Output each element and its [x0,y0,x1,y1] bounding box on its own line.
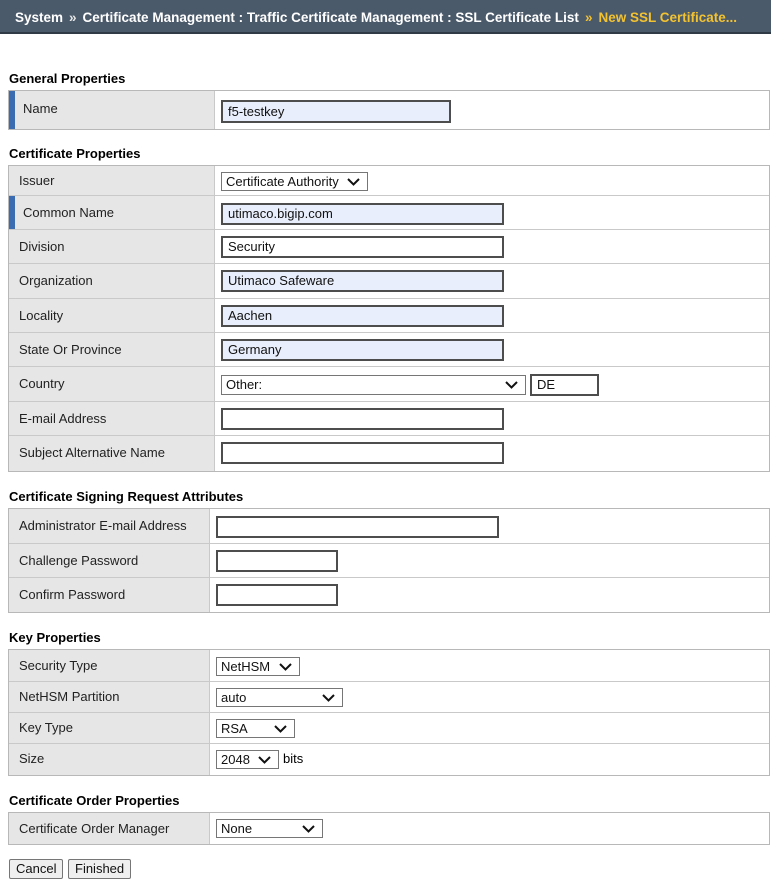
security-type-select-value: NetHSM [221,659,271,674]
row-issuer: Issuer Certificate Authority [9,166,769,196]
name-input[interactable]: f5-testkey [221,100,451,123]
breadcrumb-separator: » [584,10,593,25]
chevron-down-icon [505,381,518,389]
key-type-select[interactable]: RSA [216,719,295,738]
chevron-down-icon [274,725,287,733]
san-label: Subject Alternative Name [9,436,215,471]
nethsm-partition-select-value: auto [221,690,247,705]
row-common-name: Common Name utimaco.bigip.com [9,196,769,230]
row-security-type: Security Type NetHSM [9,650,769,682]
state-label: State Or Province [9,333,215,366]
section-title-csr: Certificate Signing Request Attributes [9,489,244,504]
locality-label: Locality [9,299,215,332]
chevron-down-icon [347,178,360,186]
organization-label: Organization [9,264,215,298]
row-name: Name f5-testkey [9,91,769,129]
breadcrumb-system[interactable]: System [15,10,63,25]
confirm-password-input[interactable] [216,584,338,606]
row-confirm-password: Confirm Password [9,578,769,612]
row-size: Size 2048 bits [9,744,769,775]
nethsm-partition-select[interactable]: auto [216,688,343,707]
security-type-select[interactable]: NetHSM [216,657,300,676]
email-label: E-mail Address [9,402,215,435]
issuer-select[interactable]: Certificate Authority [221,172,368,191]
order-manager-label: Certificate Order Manager [9,813,210,844]
certificate-properties-table: Issuer Certificate Authority Common Name… [8,165,770,472]
chevron-down-icon [279,663,292,671]
security-type-label: Security Type [9,650,210,681]
row-organization: Organization Utimaco Safeware [9,264,769,299]
row-san: Subject Alternative Name [9,436,769,471]
cancel-button[interactable]: Cancel [9,859,64,879]
issuer-select-value: Certificate Authority [226,174,339,189]
breadcrumb-separator: » [69,10,77,25]
common-name-input[interactable]: utimaco.bigip.com [221,203,504,225]
finished-button[interactable]: Finished [68,859,132,879]
country-select[interactable]: Other: [221,375,526,395]
row-division: Division Security [9,230,769,264]
section-title-key: Key Properties [9,630,101,645]
division-label: Division [9,230,215,263]
division-input[interactable]: Security [221,236,504,258]
order-properties-table: Certificate Order Manager None [8,812,770,845]
breadcrumb-certificate-list[interactable]: Certificate Management : Traffic Certifi… [83,10,579,25]
row-order-manager: Certificate Order Manager None [9,813,769,844]
size-unit-label: bits [283,751,304,766]
challenge-password-input[interactable] [216,550,338,572]
nethsm-partition-label: NetHSM Partition [9,682,210,712]
key-type-select-value: RSA [221,721,248,736]
common-name-label: Common Name [9,196,215,229]
organization-input[interactable]: Utimaco Safeware [221,270,504,292]
general-properties-table: Name f5-testkey [8,90,770,130]
email-input[interactable] [221,408,504,430]
row-email: E-mail Address [9,402,769,436]
country-code-input[interactable]: DE [530,374,599,396]
csr-attributes-table: Administrator E-mail Address Challenge P… [8,508,770,613]
state-input[interactable]: Germany [221,339,504,361]
row-state: State Or Province Germany [9,333,769,367]
row-admin-email: Administrator E-mail Address [9,509,769,544]
key-type-label: Key Type [9,713,210,743]
size-select[interactable]: 2048 [216,750,279,769]
row-country: Country Other: DE [9,367,769,402]
order-manager-select-value: None [221,821,253,836]
challenge-password-label: Challenge Password [9,544,210,577]
section-title-order: Certificate Order Properties [9,793,180,808]
section-title-certificate: Certificate Properties [9,146,141,161]
chevron-down-icon [258,756,271,764]
order-manager-select[interactable]: None [216,819,323,838]
section-title-general: General Properties [9,71,126,86]
locality-input[interactable]: Aachen [221,305,504,327]
row-nethsm-partition: NetHSM Partition auto [9,682,769,713]
size-label: Size [9,744,210,775]
name-label: Name [9,91,215,129]
breadcrumb: System » Certificate Management : Traffic … [0,0,771,34]
confirm-password-label: Confirm Password [9,578,210,612]
row-key-type: Key Type RSA [9,713,769,744]
size-select-value: 2048 [221,752,250,767]
key-properties-table: Security Type NetHSM NetHSM Partition au… [8,649,770,776]
san-input[interactable] [221,442,504,464]
chevron-down-icon [322,694,335,702]
admin-email-label: Administrator E-mail Address [9,509,210,543]
admin-email-input[interactable] [216,516,499,538]
breadcrumb-current: New SSL Certificate... [598,10,737,25]
chevron-down-icon [302,825,315,833]
country-label: Country [9,367,215,401]
row-challenge-password: Challenge Password [9,544,769,578]
country-select-value: Other: [226,377,263,392]
issuer-label: Issuer [9,166,215,195]
row-locality: Locality Aachen [9,299,769,333]
